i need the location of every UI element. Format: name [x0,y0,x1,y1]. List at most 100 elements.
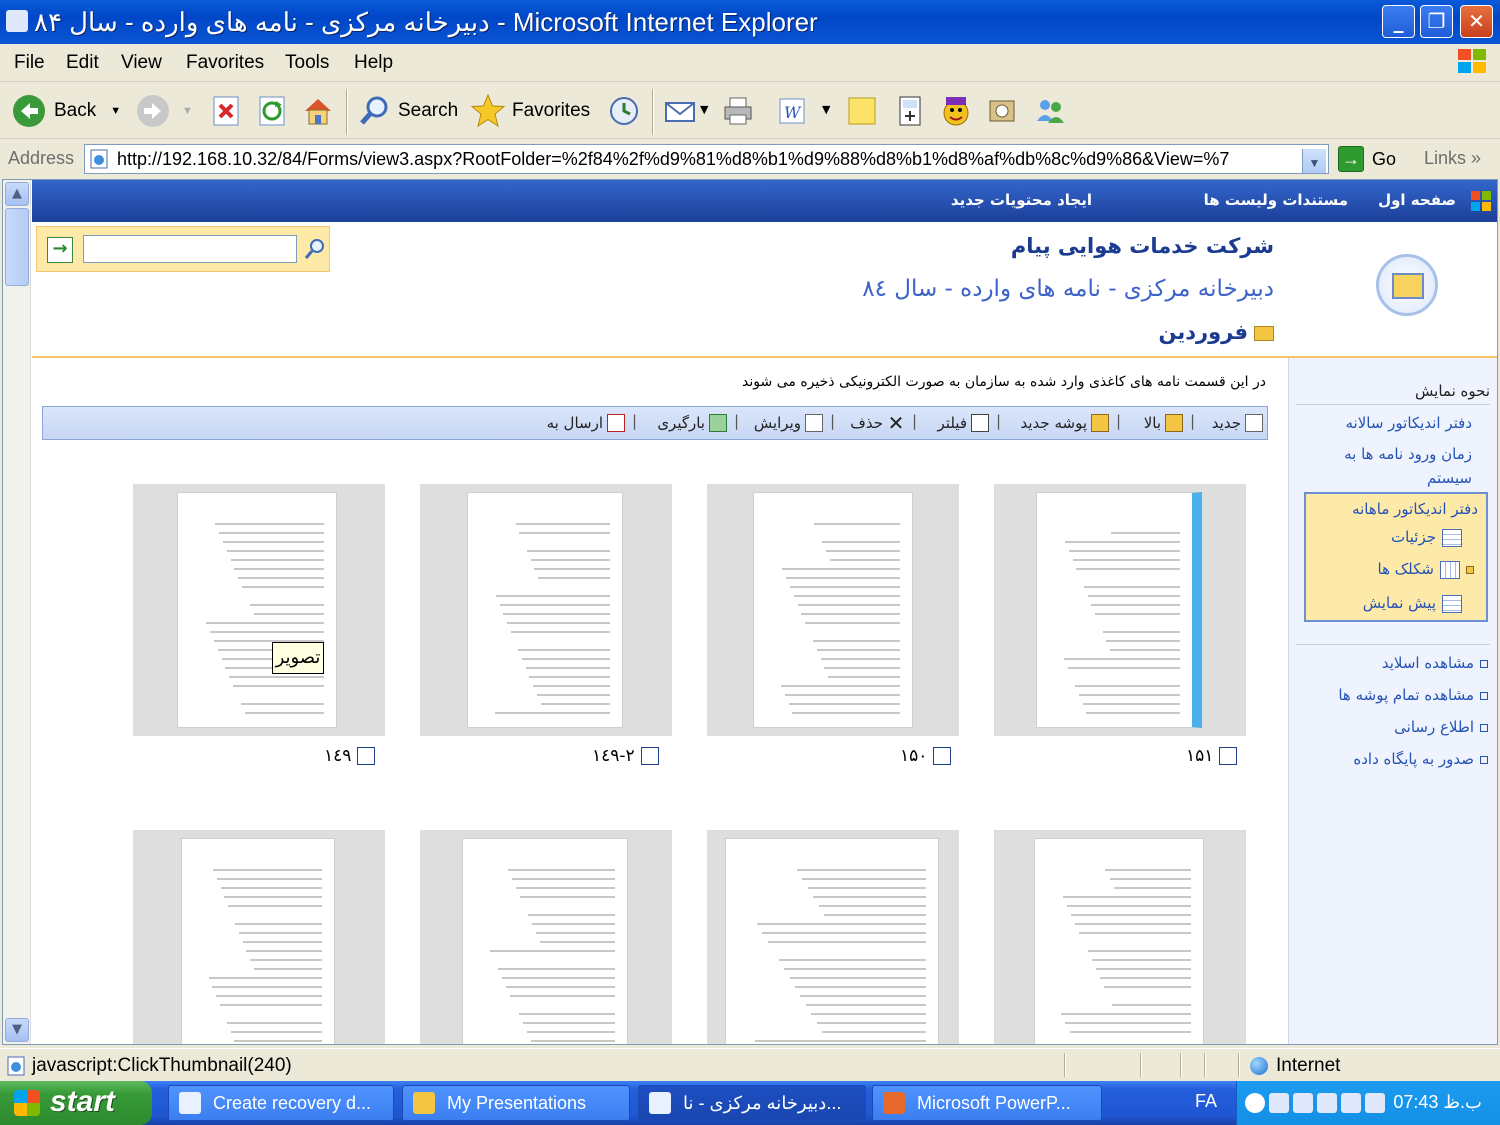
thumbnail-tile[interactable] [133,830,385,1044]
document-text-line [797,604,900,606]
taskbar-item-ie[interactable]: دبیرخانه مرکزی - نا... [638,1085,866,1121]
edit-word-icon[interactable]: W [776,95,808,127]
favorites-button[interactable]: Favorites [470,91,590,131]
back-dropdown-icon[interactable]: ▼ [110,105,121,117]
forward-button[interactable]: ▼ [136,91,193,131]
document-text-line [226,1022,322,1024]
menu-view[interactable]: View [121,52,162,74]
browser-content: ▲ ▼ ایجاد محتویات جدید مستندات ولیست ها … [2,179,1498,1045]
search-button[interactable]: Search [358,91,458,131]
action-new[interactable]: جدید [1212,414,1263,432]
back-button[interactable]: Back ▼ [12,91,121,131]
document-text-line [219,1004,322,1006]
nav-create-content[interactable]: ایجاد محتویات جدید [951,191,1092,209]
taskbar-item-presentations[interactable]: My Presentations [402,1085,630,1121]
action-new-folder[interactable]: پوشه جدید [1021,414,1109,432]
search-go-icon[interactable]: → [47,237,73,263]
thumbnail-tile[interactable] [420,830,672,1044]
tray-app-icon[interactable] [1317,1093,1337,1113]
view-mode-thumbnails[interactable]: شکلک ها [1378,560,1474,579]
tray-app-icon[interactable] [1293,1093,1313,1113]
folder-title: فروردین [1158,320,1274,344]
document-text-line [518,1013,615,1015]
research-icon[interactable] [894,95,926,127]
edit-dropdown-icon[interactable]: ▼ [822,103,830,116]
address-input[interactable]: http://192.168.10.32/84/Forms/view3.aspx… [84,144,1329,174]
select-checkbox[interactable] [640,747,659,765]
menu-file[interactable]: File [14,52,45,74]
thumbnail-tile[interactable] [707,484,959,736]
site-title[interactable]: شرکت خدمات هوایی پیام [1011,234,1274,258]
action-send-to[interactable]: ارسال به [547,414,625,432]
address-dropdown-icon[interactable]: ▼ [1302,149,1326,173]
action-alert[interactable]: اطلاع رسانی [1394,718,1488,736]
action-edit[interactable]: ویرایش [754,414,823,432]
stop-icon[interactable] [210,95,242,127]
tray-computer-icon[interactable] [1365,1093,1385,1113]
action-export-database[interactable]: صدور به پایگاه داده [1353,750,1488,768]
language-indicator[interactable]: FA [1195,1091,1217,1112]
document-text-line [212,986,322,988]
view-sidebar: نحوه نمایش دفتر اندیکاتور سالانه زمان ور… [1288,358,1497,1044]
history-icon[interactable] [608,95,640,127]
document-text-line [215,523,324,525]
menu-favorites[interactable]: Favorites [186,52,264,74]
close-button[interactable]: ✕ [1460,5,1493,38]
tray-app-icon[interactable] [1341,1093,1361,1113]
document-text-line [793,595,900,597]
thumbnail-tile[interactable] [994,484,1246,736]
thumbnail-tile[interactable] [994,830,1246,1044]
document-text-line [235,923,322,925]
action-slideshow[interactable]: مشاهده اسلاید [1382,654,1488,672]
minimize-button[interactable]: _ [1382,5,1415,38]
taskbar-item-powerpoint[interactable]: Microsoft PowerP... [872,1085,1102,1121]
print-icon[interactable] [722,95,754,127]
document-text-line [515,523,610,525]
site-search-input[interactable] [83,235,297,263]
tray-network-icon[interactable] [1269,1093,1289,1113]
vertical-scrollbar[interactable]: ▲ ▼ [3,180,31,1044]
action-up[interactable]: بالا [1144,414,1183,432]
select-checkbox[interactable] [933,747,952,765]
home-icon[interactable] [302,95,334,127]
media-icon[interactable] [986,95,1018,127]
scroll-thumb[interactable] [5,208,29,286]
links-toolbar[interactable]: Links » [1424,148,1481,169]
forward-dropdown-icon[interactable]: ▼ [182,105,193,117]
view-mode-preview[interactable]: پیش نمایش [1363,594,1462,613]
mail-dropdown-icon[interactable]: ▼ [700,103,708,116]
mail-icon[interactable] [664,95,696,127]
menu-tools[interactable]: Tools [285,52,329,74]
action-download[interactable]: بارگیری [657,414,727,432]
nav-home[interactable]: صفحه اول [1378,191,1456,209]
contacts-icon[interactable] [1034,95,1066,127]
action-all-folders[interactable]: مشاهده تمام پوشه ها [1338,686,1488,704]
scroll-up-icon[interactable]: ▲ [5,182,29,206]
view-mode-details[interactable]: جزئیات [1391,528,1462,547]
nav-documents-lists[interactable]: مستندات ولیست ها [1204,191,1348,209]
maximize-button[interactable]: ❐ [1420,5,1453,38]
thumbnail-tile[interactable] [707,830,959,1044]
start-button[interactable]: start [0,1081,152,1125]
messenger-icon[interactable] [940,95,972,127]
select-checkbox[interactable] [1219,747,1238,765]
document-text-line [533,685,610,687]
action-delete[interactable]: ✕ حذف [850,413,905,433]
list-title[interactable]: دبیرخانه مرکزی - نامه های وارده - سال ٨٤ [862,276,1274,302]
menu-edit[interactable]: Edit [66,52,99,74]
view-yearly-indicator[interactable]: دفتر اندیکاتور سالانه [1345,414,1472,432]
select-checkbox[interactable] [357,747,376,765]
menu-help[interactable]: Help [354,52,393,74]
view-entry-time[interactable]: زمان ورود نامه ها به سیستم [1312,442,1472,490]
scroll-down-icon[interactable]: ▼ [5,1018,29,1042]
thumbnail-tile[interactable] [420,484,672,736]
thumbnail-tile[interactable] [133,484,385,736]
action-filter[interactable]: فیلتر [938,414,989,432]
refresh-icon[interactable] [256,95,288,127]
go-button[interactable]: → Go [1338,146,1396,172]
discuss-icon[interactable] [846,95,878,127]
magnifier-icon[interactable] [303,237,327,261]
taskbar-item-recovery[interactable]: Create recovery d... [168,1085,394,1121]
view-monthly-indicator[interactable]: دفتر اندیکاتور ماهانه [1352,500,1478,518]
tray-expand-icon[interactable] [1245,1093,1265,1113]
